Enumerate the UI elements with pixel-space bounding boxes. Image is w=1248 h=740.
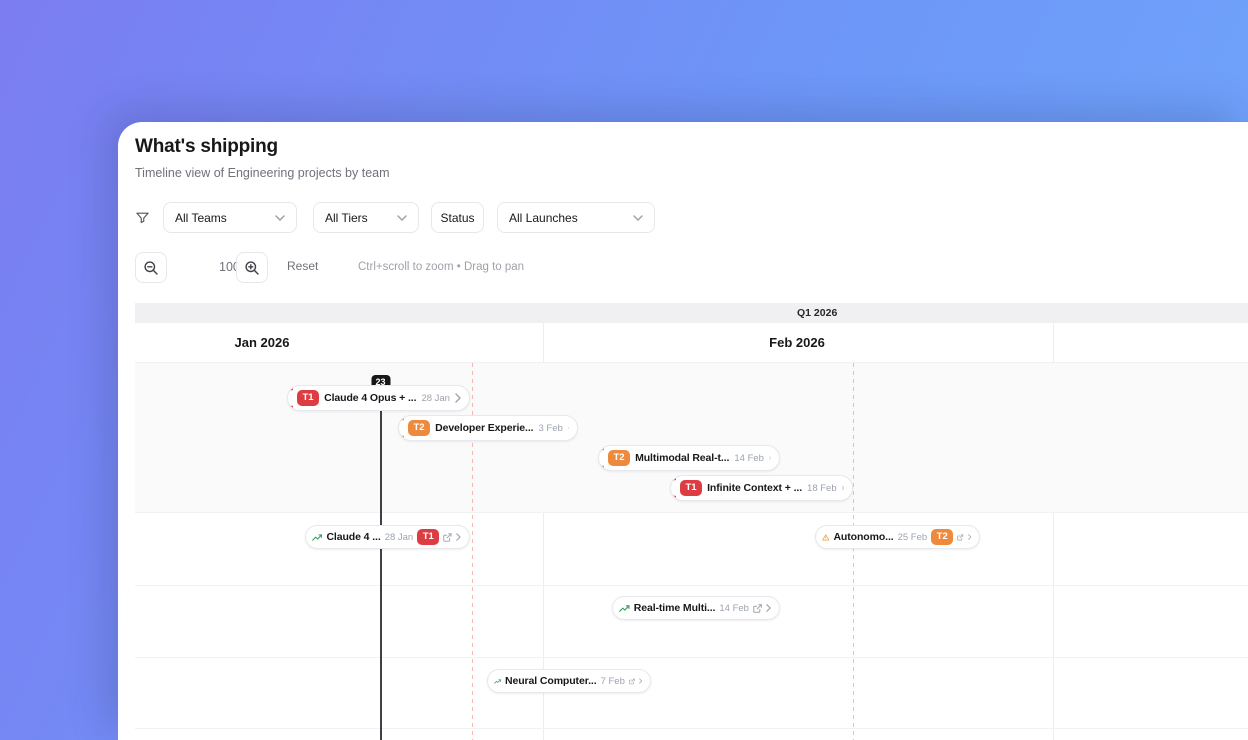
zoom-in-button[interactable] (236, 252, 268, 283)
launch-date: 28 Jan (384, 531, 414, 543)
timeline-view[interactable]: Q1 2026 Jan 2026 Feb 2026 23 T1 Claude 4… (135, 303, 1248, 740)
project-bar-multimodal-realtime[interactable]: T2 Multimodal Real-t... 14 Feb (598, 445, 780, 471)
launch-date: 14 Feb (719, 602, 749, 614)
chevron-down-icon (397, 214, 407, 221)
external-link-icon[interactable] (753, 603, 762, 614)
trend-up-icon (494, 678, 501, 684)
chevron-down-icon (275, 214, 285, 221)
reset-zoom-button[interactable]: Reset (287, 259, 318, 273)
month-label-feb: Feb 2026 (769, 335, 825, 350)
chevron-right-icon (841, 486, 844, 490)
launch-title: Autonomo... (833, 531, 894, 543)
project-bar-infinite-context[interactable]: T1 Infinite Context + ... 18 Feb (670, 475, 853, 501)
chevron-down-icon (633, 214, 643, 221)
launches-filter-label: All Launches (509, 210, 578, 225)
project-date: 18 Feb (807, 482, 837, 494)
tier-badge: T1 (417, 529, 440, 545)
launch-item-claude-4[interactable]: Claude 4 ... 28 Jan T1 (305, 525, 470, 549)
chevron-right-icon (455, 393, 461, 403)
launch-date: 25 Feb (897, 531, 928, 543)
month-label-jan: Jan 2026 (234, 335, 290, 350)
project-title: Claude 4 Opus + ... (324, 392, 417, 404)
zoom-level: 100% (219, 260, 251, 274)
lane-separator (135, 657, 1248, 658)
project-date: 28 Jan (421, 392, 450, 404)
trend-up-icon (619, 604, 630, 612)
launch-date: 7 Feb (600, 675, 625, 687)
project-bar-developer-experience[interactable]: T2 Developer Experie... 3 Feb (398, 415, 578, 441)
funnel-icon (135, 210, 150, 230)
tiers-filter-label: All Tiers (325, 210, 368, 225)
tier-badge: T1 (680, 480, 703, 496)
whats-shipping-panel: What's shipping Timeline view of Enginee… (118, 122, 1248, 740)
chevron-right-icon (567, 427, 569, 429)
lane-separator (135, 585, 1248, 586)
external-link-icon[interactable] (629, 676, 635, 687)
status-filter-button[interactable]: Status (431, 202, 484, 233)
chevron-right-icon (769, 456, 771, 460)
launch-title: Neural Computer... (505, 675, 597, 687)
page-subtitle: Timeline view of Engineering projects by… (135, 166, 390, 180)
project-title: Infinite Context + ... (707, 482, 803, 494)
chevron-right-icon (967, 534, 971, 540)
tier-badge: T1 (297, 390, 320, 406)
lane-separator (135, 512, 1248, 513)
zoom-pan-hint: Ctrl+scroll to zoom • Drag to pan (358, 261, 525, 273)
launches-filter-dropdown[interactable]: All Launches (497, 202, 655, 233)
launch-item-realtime-multi[interactable]: Real-time Multi... 14 Feb (612, 596, 780, 620)
teams-filter-dropdown[interactable]: All Teams (163, 202, 297, 233)
project-date: 3 Feb (538, 422, 563, 434)
timeline-grid: 23 T1 Claude 4 Opus + ... 28 Jan T2 Deve… (135, 363, 1248, 740)
launch-title: Claude 4 ... (326, 531, 381, 543)
month-header-row: Jan 2026 Feb 2026 (135, 323, 1248, 363)
bar-start-bracket (399, 418, 404, 438)
teams-filter-label: All Teams (175, 210, 227, 225)
zoom-out-button[interactable] (135, 252, 167, 283)
chevron-right-icon (766, 604, 771, 612)
external-link-icon[interactable] (957, 532, 964, 543)
quarter-header-band: Q1 2026 (135, 303, 1248, 323)
project-title: Developer Experie... (435, 422, 534, 434)
status-filter-label: Status (440, 210, 475, 225)
project-bar-claude-4-opus[interactable]: T1 Claude 4 Opus + ... 28 Jan (287, 385, 470, 411)
project-title: Multimodal Real-t... (635, 452, 730, 464)
chevron-right-icon (456, 533, 461, 541)
warning-icon (822, 533, 830, 541)
zoom-out-icon (144, 260, 158, 275)
today-marker-line (380, 379, 382, 740)
launch-title: Real-time Multi... (633, 602, 716, 614)
bar-start-bracket (599, 448, 604, 468)
tier-badge: T2 (608, 450, 631, 466)
tier-badge: T2 (931, 529, 954, 545)
milestone-dashed-line (853, 363, 854, 740)
launch-item-autonomous[interactable]: Autonomo... 25 Feb T2 (815, 525, 980, 549)
bar-start-bracket (288, 388, 293, 408)
page-title: What's shipping (135, 136, 278, 157)
launch-item-neural-computer[interactable]: Neural Computer... 7 Feb (487, 669, 651, 693)
tiers-filter-dropdown[interactable]: All Tiers (313, 202, 419, 233)
lane-separator (135, 728, 1248, 729)
project-date: 14 Feb (734, 452, 764, 464)
tier-badge: T2 (408, 420, 431, 436)
trend-up-icon (312, 533, 323, 541)
chevron-right-icon (638, 678, 643, 684)
quarter-label: Q1 2026 (797, 307, 838, 319)
external-link-icon[interactable] (443, 532, 452, 543)
bar-start-bracket (671, 478, 676, 498)
zoom-toolbar: 100% Reset Ctrl+scroll to zoom • Drag to… (135, 252, 735, 283)
zoom-in-icon (245, 260, 259, 275)
